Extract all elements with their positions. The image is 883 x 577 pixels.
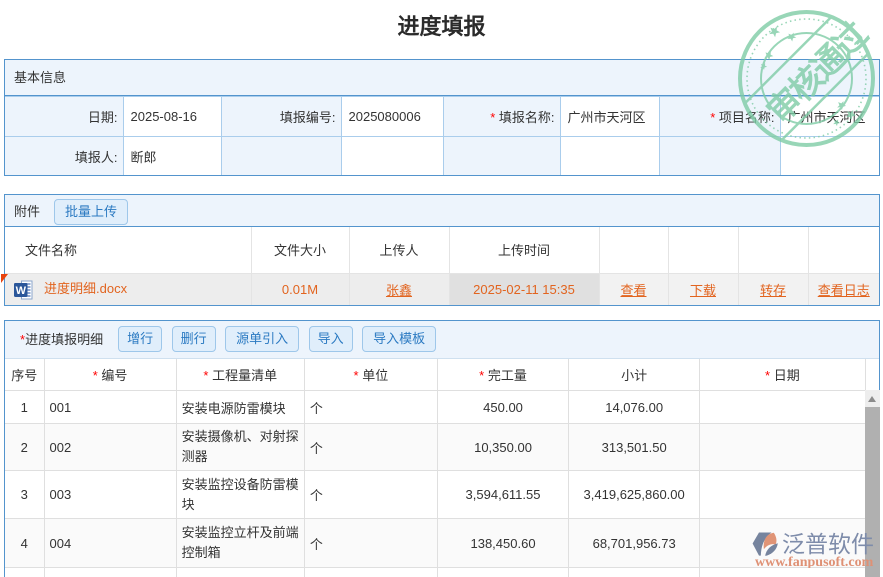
svg-text:泛普软件: 泛普软件 <box>782 531 874 557</box>
svg-text:W: W <box>16 285 27 297</box>
svg-text:www.fanpusoft.com: www.fanpusoft.com <box>755 555 874 568</box>
